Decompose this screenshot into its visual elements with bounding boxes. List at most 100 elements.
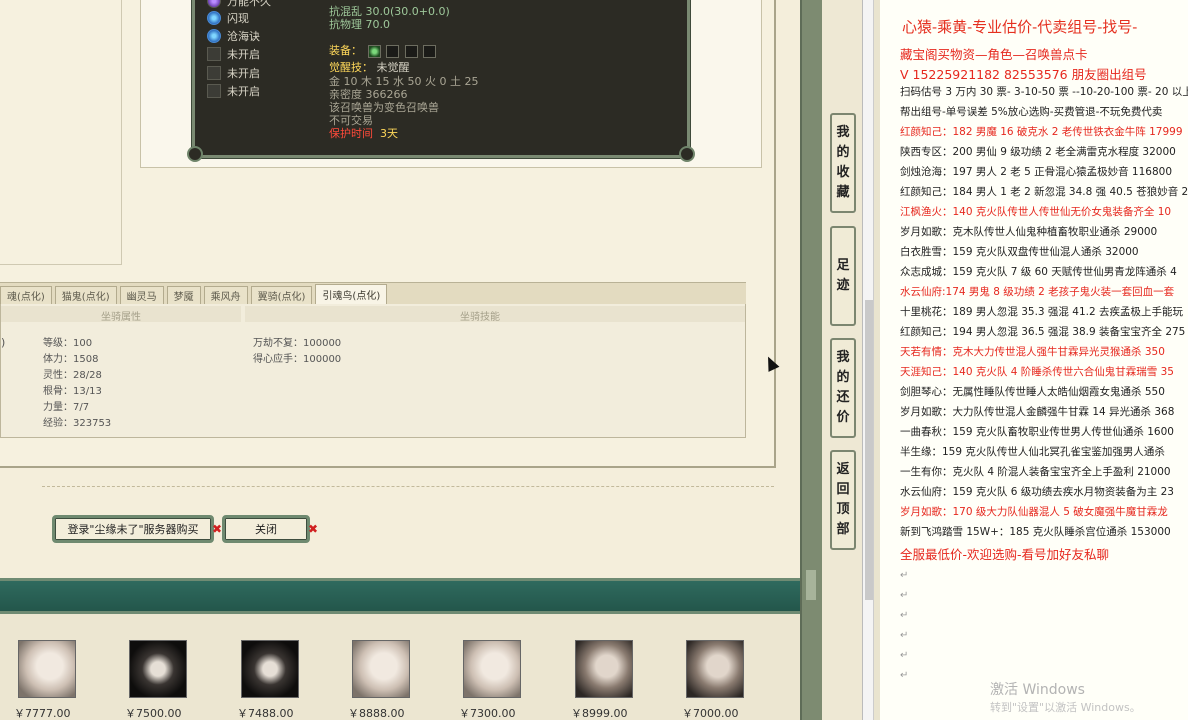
doc-scrollbar-thumb[interactable] — [865, 300, 873, 600]
doc-line: 扫码估号 3 万内 30 票- 3-10-50 票 --10-20-100 票-… — [900, 86, 1188, 98]
pet-tooltip: 万能不久 闪现 沧海诀 未开启 未开启 未开启 抗混乱 30.0(30.0+0.… — [187, 0, 695, 162]
doc-line: 藏宝阁买物资—角色—召唤兽点卡 — [900, 47, 1088, 62]
character-portrait[interactable] — [18, 640, 76, 698]
character-list: ￥7777.00 ￥7500.00 ￥7488.00 ￥8888.00 ￥7300.00… — [0, 614, 800, 720]
protect-line: 保护时间 3天 — [329, 127, 398, 140]
character-portrait[interactable] — [463, 640, 521, 698]
note-line: 该召唤兽为变色召唤兽 — [329, 101, 439, 114]
mount-skill-header: 坐骑技能 — [460, 312, 500, 323]
locked-skill-icon — [207, 66, 221, 80]
scrollbar[interactable] — [800, 0, 822, 720]
doc-line: 红颜知己：194 男人忽混 36.5 强混 38.9 装备宝宝齐全 275 — [900, 326, 1186, 338]
doc-line: 岁月如歌：大力队传世混人金麟强牛甘霖 14 异光通杀 368 — [900, 406, 1175, 418]
paragraph-mark: ↵ — [900, 590, 909, 601]
activation-watermark-sub: 转到"设置"以激活 Windows。 — [990, 701, 1141, 714]
tab-1[interactable]: 猫鬼(点化) — [54, 286, 117, 304]
doc-line: 一曲春秋：159 克火队畜牧职业传世男人传世仙通杀 1600 — [900, 426, 1174, 438]
close-x-icon: ✖ — [307, 522, 318, 536]
character-portrait[interactable] — [241, 640, 299, 698]
character-price: ￥8999.00 — [571, 707, 628, 720]
doc-line: 剑烛沧海：197 男人 2 老 5 正骨混心猿孟极妙音 116800 — [900, 166, 1173, 178]
close-button[interactable]: 关闭 ✖ — [222, 515, 318, 543]
note-line: 不可交易 — [329, 114, 373, 127]
doc-line: 水云仙府:174 男鬼 8 级功绩 2 老孩子鬼火装一套回血一套 — [900, 286, 1175, 298]
my-bargain-button[interactable]: 我的还价 — [830, 338, 856, 438]
character-price: ￥8888.00 — [348, 707, 405, 720]
character-portrait[interactable] — [575, 640, 633, 698]
doc-line: 陕西专区：200 男仙 9 级功绩 2 老全满雷克水程度 32000 — [900, 146, 1176, 158]
equip-icon — [386, 44, 399, 58]
tab-3[interactable]: 梦魇 — [166, 286, 201, 304]
tab-6[interactable]: 引魂鸟(点化) — [315, 284, 388, 304]
doc-line: 水云仙府：159 克火队 6 级功绩去疾水月物资装备为主 23 — [900, 486, 1174, 498]
stat-spirit: 灵性：28/28 — [43, 370, 102, 381]
character-price: ￥7777.00 — [14, 707, 71, 720]
character-portrait[interactable] — [129, 640, 187, 698]
doc-line: 新到飞鸿踏雪 15W+：185 克火队睡杀宫位通杀 153000 — [900, 526, 1171, 538]
activation-watermark: 激活 Windows — [990, 682, 1085, 698]
mount-attr-header: 坐骑属性 — [101, 312, 141, 323]
intimacy-line: 亲密度 366266 — [329, 88, 408, 101]
stat-exp: 经验：323753 — [43, 418, 112, 429]
character-price: ￥7000.00 — [682, 707, 739, 720]
skill-row: 未开启 — [207, 82, 260, 100]
stat-level: 等级：100 — [43, 338, 93, 349]
equip-icon — [367, 44, 381, 58]
footprint-button[interactable]: 足迹 — [830, 226, 856, 326]
close-x-icon: ✖ — [211, 522, 222, 536]
doc-scrollbar[interactable] — [862, 0, 874, 720]
mount-skill: 得心应手：100000 — [253, 354, 342, 365]
character-portrait[interactable] — [686, 640, 744, 698]
doc-line: 众志成城：159 克火队 7 级 60 天赋传世仙男青龙阵通杀 4 — [900, 266, 1177, 278]
doc-line: 帮出组号-单号误差 5%放心选购-买费管退-不玩免费代卖 — [900, 106, 1163, 118]
tab-4[interactable]: 乘风舟 — [203, 286, 248, 304]
section-bar — [0, 578, 800, 614]
doc-line: 半生缘：159 克火队传世人仙北冥孔雀宝鉴加强男人通杀 — [900, 446, 1165, 458]
tab-5[interactable]: 翼骑(点化) — [250, 286, 313, 304]
doc-line: 红颜知己：182 男魔 16 破克水 2 老传世铁衣金牛阵 17999 — [900, 126, 1183, 138]
ad-document: 心猿-乘黄-专业估价-代卖组号-找号- 藏宝阁买物资—角色—召唤兽点卡 V 152… — [874, 0, 1188, 720]
equip-icon — [404, 44, 418, 58]
paragraph-mark: ↵ — [900, 670, 909, 681]
mount-skill: 万劫不复：100000 — [253, 338, 342, 349]
locked-skill-icon — [207, 47, 221, 61]
left-pane — [0, 0, 122, 265]
paragraph-mark: ↵ — [900, 610, 909, 621]
flash-skill-icon — [207, 11, 221, 25]
tab-2[interactable]: 幽灵马 — [119, 286, 164, 304]
character-price: ￥7300.00 — [459, 707, 516, 720]
game-panel: 万能不久 闪现 沧海诀 未开启 未开启 未开启 抗混乱 30.0(30.0+0.… — [0, 0, 800, 720]
skill-row: 沧海诀 — [207, 27, 260, 45]
back-to-top-button[interactable]: 返回顶部 — [830, 450, 856, 550]
character-price: ￥7488.00 — [237, 707, 294, 720]
tab-0[interactable]: 魂(点化) — [0, 286, 52, 304]
stat-hp: 体力：1508 — [43, 354, 99, 365]
stat-strength: 力量：7/7 — [43, 402, 90, 413]
skill-row: 闪现 — [207, 9, 249, 27]
character-price: ￥7500.00 — [125, 707, 182, 720]
doc-line: 天若有情：克木大力传世混人强牛甘霖异光灵猴通杀 350 — [900, 346, 1165, 358]
login-buy-button[interactable]: 登录"尘缘未了"服务器购买 ✖ — [52, 515, 222, 543]
divider — [42, 486, 774, 487]
doc-line: 十里桃花：189 男人忽混 35.3 强混 41.2 去疾孟极上手能玩 — [900, 306, 1183, 318]
scrollbar-thumb[interactable] — [806, 570, 816, 600]
doc-line: 岁月如歌：170 级大力队仙器混人 5 破女魔强牛魔甘霖龙 — [900, 506, 1168, 518]
skill-icon — [207, 0, 221, 8]
doc-line: 全服最低价-欢迎选购-看号加好友私聊 — [900, 547, 1110, 562]
skill-row: 未开启 — [207, 45, 260, 63]
character-portrait[interactable] — [352, 640, 410, 698]
awaken-line: 觉醒技： 未觉醒 — [329, 61, 410, 74]
doc-line: 白衣胜雪：159 克火队双盘传世仙混人通杀 32000 — [900, 246, 1139, 258]
doc-title: 心猿-乘黄-专业估价-代卖组号-找号- — [902, 18, 1138, 36]
my-favorites-button[interactable]: 我的收藏 — [830, 113, 856, 213]
locked-skill-icon — [207, 84, 221, 98]
paragraph-mark: ↵ — [900, 650, 909, 661]
doc-line: 江枫渔火：140 克火队传世人传世仙无价女鬼装备齐全 10 — [900, 206, 1172, 218]
doc-line: 天涯知己：140 克火队 4 阶睡杀传世六合仙鬼甘霖瑞雪 35 — [900, 366, 1174, 378]
doc-line: 岁月如歌：克木队传世人仙鬼种植畜牧职业通杀 29000 — [900, 226, 1158, 238]
skill-row: 未开启 — [207, 64, 260, 82]
doc-line: 一生有你：克火队 4 阶混人装备宝宝齐全上手盈利 21000 — [900, 466, 1171, 478]
doc-line: 剑胆琴心：无属性睡队传世睡人太皓仙烟霞女鬼通杀 550 — [900, 386, 1165, 398]
attr-line: 抗混乱 30.0(30.0+0.0) — [329, 5, 450, 18]
doc-line: V 15225921182 82553576 朋友圈出组号 — [900, 67, 1147, 82]
